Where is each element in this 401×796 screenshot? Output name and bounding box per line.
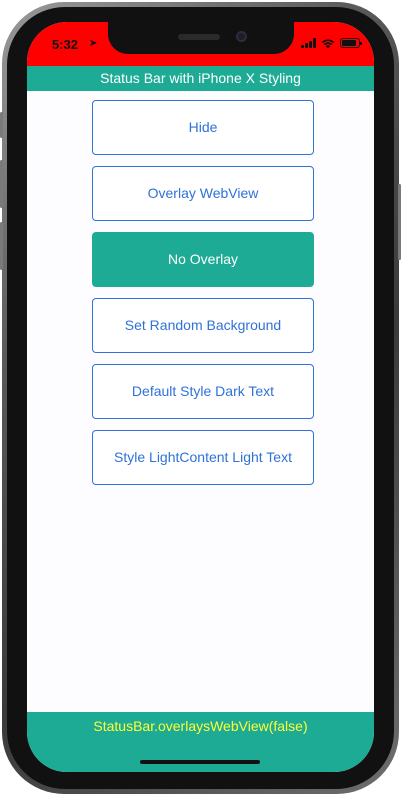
default-style-dark-text-button[interactable]: Default Style Dark Text <box>92 364 314 419</box>
status-time: 5:32 <box>52 37 79 52</box>
silent-switch <box>0 112 3 138</box>
page-title: Status Bar with iPhone X Styling <box>27 66 374 91</box>
signal-icon <box>301 38 316 48</box>
overlay-webview-button[interactable]: Overlay WebView <box>92 166 314 221</box>
no-overlay-button[interactable]: No Overlay <box>92 232 314 287</box>
home-indicator[interactable] <box>140 760 260 764</box>
camera-icon <box>236 31 247 42</box>
status-footer: StatusBar.overlaysWebView(false) <box>27 712 374 772</box>
notch <box>108 22 294 54</box>
hide-button[interactable]: Hide <box>92 100 314 155</box>
style-lightcontent-light-text-button[interactable]: Style LightContent Light Text <box>92 430 314 485</box>
battery-icon <box>340 38 362 48</box>
footer-text: StatusBar.overlaysWebView(false) <box>93 718 308 734</box>
status-icons <box>301 36 362 50</box>
screen: 5:32 ➤ Status Bar with iPhone X Styling … <box>27 22 374 772</box>
volume-up-button <box>0 160 3 208</box>
speaker-icon <box>178 34 220 40</box>
set-random-background-button[interactable]: Set Random Background <box>92 298 314 353</box>
button-list: Hide Overlay WebView No Overlay Set Rand… <box>92 100 314 496</box>
location-arrow-icon: ➤ <box>89 38 98 49</box>
status-bar: 5:32 ➤ <box>27 22 374 66</box>
wifi-icon <box>321 38 335 48</box>
volume-down-button <box>0 222 3 270</box>
